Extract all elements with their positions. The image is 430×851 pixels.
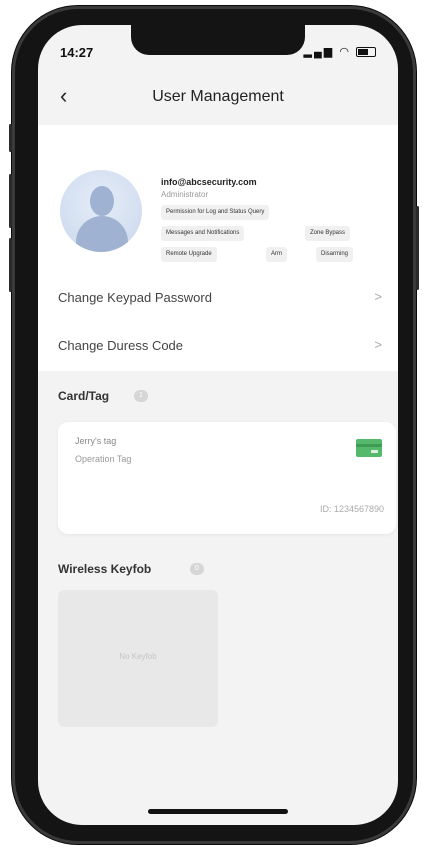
tag-id: ID: 1234567890 xyxy=(319,504,384,514)
card-tag-item[interactable]: Jerry's tag Operation Tag ID: 1234567890 xyxy=(58,422,396,534)
permission-tag: Disarming xyxy=(316,247,354,262)
status-icons: ▂▄▆ ◠ xyxy=(304,45,376,58)
app-screen: 14:27 ▂▄▆ ◠ ‹ User Management info@abcse… xyxy=(38,25,398,825)
battery-icon xyxy=(356,47,376,58)
avatar-head xyxy=(90,186,114,216)
status-time: 14:27 xyxy=(60,45,94,60)
card-tag-section-title: Card/Tag xyxy=(58,389,110,403)
mute-switch xyxy=(9,124,12,152)
card-tag-count-badge: 1 xyxy=(134,390,148,402)
user-role: Administrator xyxy=(161,190,209,199)
avatar-body xyxy=(76,216,128,252)
chevron-right-icon: > xyxy=(374,337,382,352)
volume-up-button xyxy=(9,174,12,228)
change-duress-code-label: Change Duress Code xyxy=(58,338,184,353)
wifi-icon: ◠ xyxy=(339,46,351,58)
wireless-keyfob-section-title: Wireless Keyfob xyxy=(58,562,152,576)
power-button xyxy=(416,206,419,290)
tag-type: Operation Tag xyxy=(75,454,132,464)
notch xyxy=(131,25,305,55)
tag-name: Jerry's tag xyxy=(75,436,117,446)
signal-icon: ▂▄▆ xyxy=(303,46,335,58)
change-keypad-password-label: Change Keypad Password xyxy=(58,290,212,305)
permission-tag: Remote Upgrade xyxy=(161,247,217,262)
change-keypad-password-row[interactable]: Change Keypad Password > xyxy=(38,275,398,323)
user-email: info@abcsecurity.com xyxy=(161,177,257,187)
permission-tag: Zone Bypass xyxy=(305,226,351,241)
keyfob-empty-placeholder: No Keyfob xyxy=(58,590,218,727)
permission-tag: Messages and Notifications xyxy=(161,226,245,241)
profile-card: info@abcsecurity.com Administrator Permi… xyxy=(38,125,398,275)
wireless-keyfob-count-badge: 0 xyxy=(190,563,204,575)
empty-text: No Keyfob xyxy=(119,652,157,661)
home-indicator[interactable] xyxy=(148,809,288,814)
permission-tag: Permission for Log and Status Query xyxy=(161,205,270,220)
change-duress-code-row[interactable]: Change Duress Code > xyxy=(38,323,398,371)
page-title: User Management xyxy=(152,88,284,105)
header: ‹ User Management xyxy=(38,77,398,117)
permission-tag: Arm xyxy=(266,247,287,262)
card-icon xyxy=(356,439,382,457)
avatar xyxy=(60,170,142,252)
volume-down-button xyxy=(9,238,12,292)
chevron-right-icon: > xyxy=(374,289,382,304)
